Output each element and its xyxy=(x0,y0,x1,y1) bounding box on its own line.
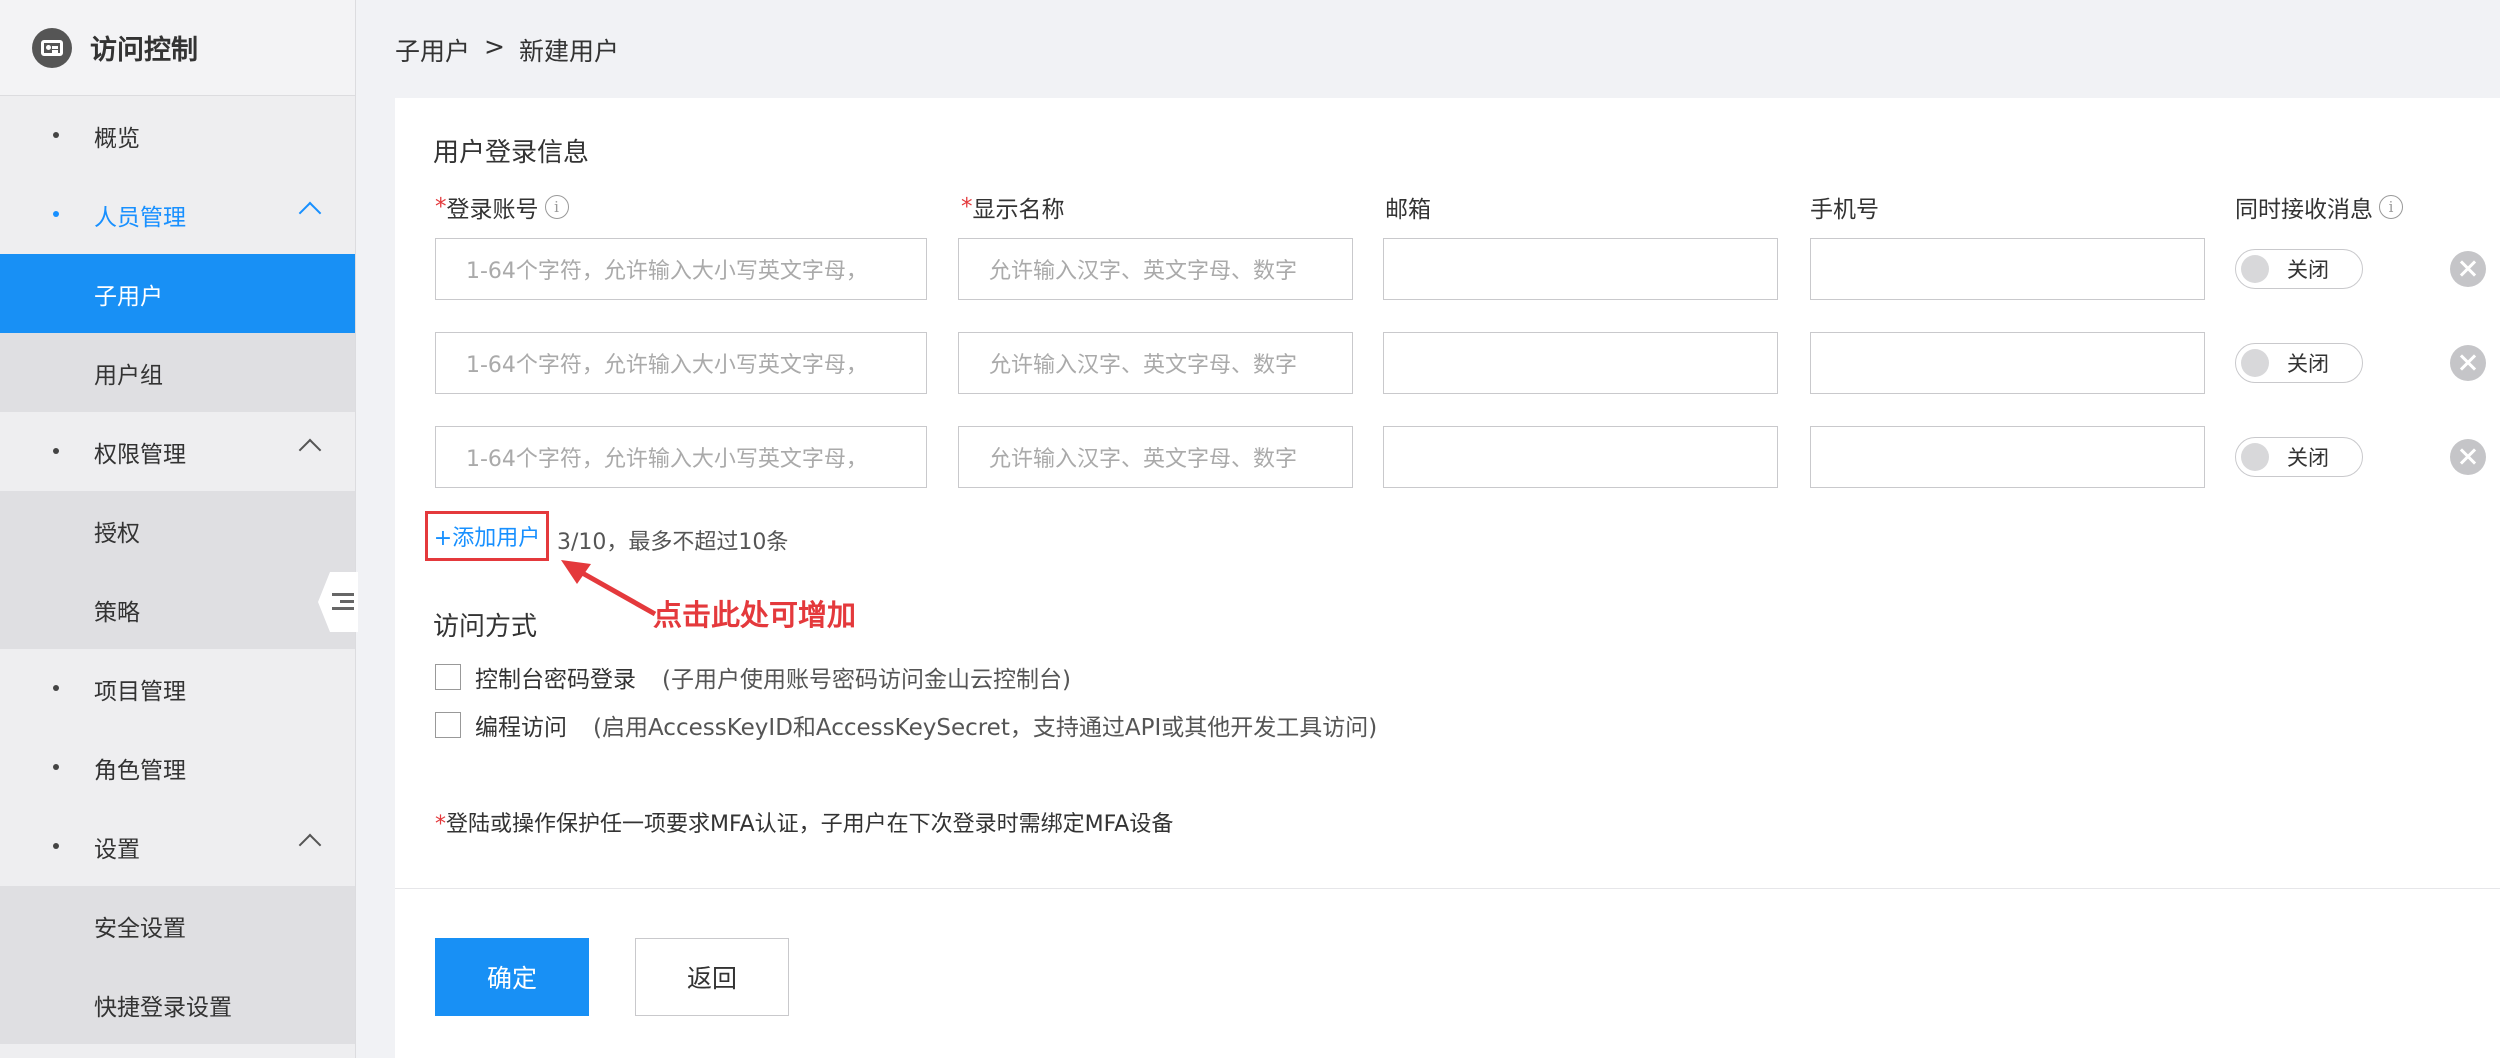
phone-input[interactable] xyxy=(1810,332,2205,394)
email-input[interactable] xyxy=(1383,332,1778,394)
login-account-input[interactable]: 1-64个字符，允许输入大小写英文字母， xyxy=(435,238,927,300)
display-name-input[interactable]: 允许输入汉字、英文字母、数字 xyxy=(958,238,1353,300)
receive-messages-label-text: 同时接收消息 xyxy=(2235,197,2373,223)
display-name-label: * 显示名称 xyxy=(961,190,1065,224)
access-control-icon xyxy=(32,27,72,68)
bullet-icon xyxy=(53,764,59,770)
info-icon[interactable]: i xyxy=(2379,195,2403,219)
receive-messages-toggle[interactable]: 关闭 xyxy=(2235,343,2363,383)
info-icon[interactable]: i xyxy=(544,195,569,219)
sidebar-item-label: 概览 xyxy=(94,125,140,152)
login-info-title: 用户登录信息 xyxy=(433,138,590,168)
required-mark: * xyxy=(961,194,973,220)
mfa-note-text: 登陆或操作保护任一项要求MFA认证，子用户在下次登录时需绑定MFA设备 xyxy=(446,812,1174,837)
sidebar-item-policies[interactable]: 策略 xyxy=(0,570,355,649)
sidebar-item-role-management[interactable]: 角色管理 xyxy=(0,728,355,807)
chevron-up-icon xyxy=(298,201,322,225)
email-label: 邮箱 xyxy=(1385,197,1431,223)
toggle-label: 关闭 xyxy=(2287,352,2329,376)
receive-messages-toggle[interactable]: 关闭 xyxy=(2235,249,2363,289)
sidebar-item-label: 角色管理 xyxy=(94,757,186,784)
console-login-hint: (子用户使用账号密码访问金山云控制台) xyxy=(662,667,1071,693)
sidebar-item-security-settings[interactable]: 安全设置 xyxy=(0,886,355,965)
bullet-icon xyxy=(53,211,59,217)
sidebar-item-label: 项目管理 xyxy=(94,678,186,705)
console-login-option[interactable]: 控制台密码登录 (子用户使用账号密码访问金山云控制台) xyxy=(435,660,1071,694)
breadcrumb-parent[interactable]: 子用户 xyxy=(395,32,470,68)
sidebar-item-overview[interactable]: 概览 xyxy=(0,96,355,175)
annotation-text: 点击此处可增加 xyxy=(653,598,857,632)
sidebar-item-subusers[interactable]: 子用户 xyxy=(0,254,355,333)
console-login-label: 控制台密码登录 xyxy=(475,667,636,693)
bullet-icon xyxy=(53,132,59,138)
programmatic-access-label: 编程访问 xyxy=(475,715,567,741)
sidebar-item-user-groups[interactable]: 用户组 xyxy=(0,333,355,412)
sidebar-item-project-management[interactable]: 项目管理 xyxy=(0,649,355,728)
email-input[interactable] xyxy=(1383,426,1778,488)
programmatic-access-hint: (启用AccessKeyID和AccessKeySecret，支持通过API或其… xyxy=(593,715,1378,741)
breadcrumb-current: 新建用户 xyxy=(518,37,619,66)
remove-row-icon[interactable] xyxy=(2450,251,2486,287)
divider xyxy=(395,888,2500,889)
phone-input[interactable] xyxy=(1810,426,2205,488)
toggle-knob xyxy=(2241,443,2269,471)
phone-input[interactable] xyxy=(1810,238,2205,300)
display-name-input[interactable]: 允许输入汉字、英文字母、数字 xyxy=(958,332,1353,394)
toggle-knob xyxy=(2241,255,2269,283)
chevron-up-icon xyxy=(298,438,322,462)
breadcrumb-separator: > xyxy=(484,32,505,61)
sidebar-item-user-management[interactable]: 人员管理 xyxy=(0,175,355,254)
sidebar-item-label: 人员管理 xyxy=(94,204,186,231)
mfa-note: *登陆或操作保护任一项要求MFA认证，子用户在下次登录时需绑定MFA设备 xyxy=(435,806,1173,838)
programmatic-access-option[interactable]: 编程访问 (启用AccessKeyID和AccessKeySecret，支持通过… xyxy=(435,708,1377,742)
login-account-label-text: 登录账号 xyxy=(446,197,539,223)
sidebar-title: 访问控制 xyxy=(90,35,198,66)
sidebar-header: 访问控制 xyxy=(0,0,355,96)
toggle-label: 关闭 xyxy=(2287,446,2329,470)
sidebar-item-label: 权限管理 xyxy=(94,441,186,468)
receive-messages-toggle[interactable]: 关闭 xyxy=(2235,437,2363,477)
remove-row-icon[interactable] xyxy=(2450,439,2486,475)
bullet-icon xyxy=(53,448,59,454)
sidebar-item-label: 设置 xyxy=(94,836,140,863)
collapse-menu-icon xyxy=(332,593,354,611)
programmatic-access-checkbox[interactable] xyxy=(435,712,461,738)
create-user-form: 用户登录信息 * 登录账号 i * 显示名称 邮箱 手机号 同时接收消息 i 1… xyxy=(395,98,2500,1058)
bullet-icon xyxy=(53,685,59,691)
remove-row-icon[interactable] xyxy=(2450,345,2486,381)
display-name-label-text: 显示名称 xyxy=(972,197,1065,223)
console-login-checkbox[interactable] xyxy=(435,664,461,690)
access-method-title: 访问方式 xyxy=(433,612,538,642)
back-button[interactable]: 返回 xyxy=(635,938,789,1016)
login-account-input[interactable]: 1-64个字符，允许输入大小写英文字母， xyxy=(435,332,927,394)
annotation-arrow-icon xyxy=(561,560,657,617)
email-input[interactable] xyxy=(1383,238,1778,300)
receive-messages-label: 同时接收消息 i xyxy=(2235,190,2403,224)
chevron-up-icon xyxy=(298,833,322,857)
required-mark: * xyxy=(435,812,446,837)
breadcrumb: 子用户 > 新建用户 xyxy=(395,32,619,68)
toggle-label: 关闭 xyxy=(2287,258,2329,282)
add-user-count-hint: 3/10，最多不超过10条 xyxy=(557,530,789,555)
display-name-input[interactable]: 允许输入汉字、英文字母、数字 xyxy=(958,426,1353,488)
phone-label: 手机号 xyxy=(1810,197,1879,223)
sidebar-item-quick-login-settings[interactable]: 快捷登录设置 xyxy=(0,965,355,1044)
sidebar-item-permission-management[interactable]: 权限管理 xyxy=(0,412,355,491)
required-mark: * xyxy=(435,194,447,220)
sidebar-item-settings[interactable]: 设置 xyxy=(0,807,355,886)
bullet-icon xyxy=(53,843,59,849)
confirm-button[interactable]: 确定 xyxy=(435,938,589,1016)
toggle-knob xyxy=(2241,349,2269,377)
login-account-input[interactable]: 1-64个字符，允许输入大小写英文字母， xyxy=(435,426,927,488)
sidebar-item-authorization[interactable]: 授权 xyxy=(0,491,355,570)
login-account-label: * 登录账号 i xyxy=(435,190,569,224)
sidebar: 访问控制 概览 人员管理 子用户 用户组 权限管理 授权 策略 项目管理 角色管… xyxy=(0,0,356,1058)
add-user-button[interactable]: +添加用户 xyxy=(425,511,549,561)
